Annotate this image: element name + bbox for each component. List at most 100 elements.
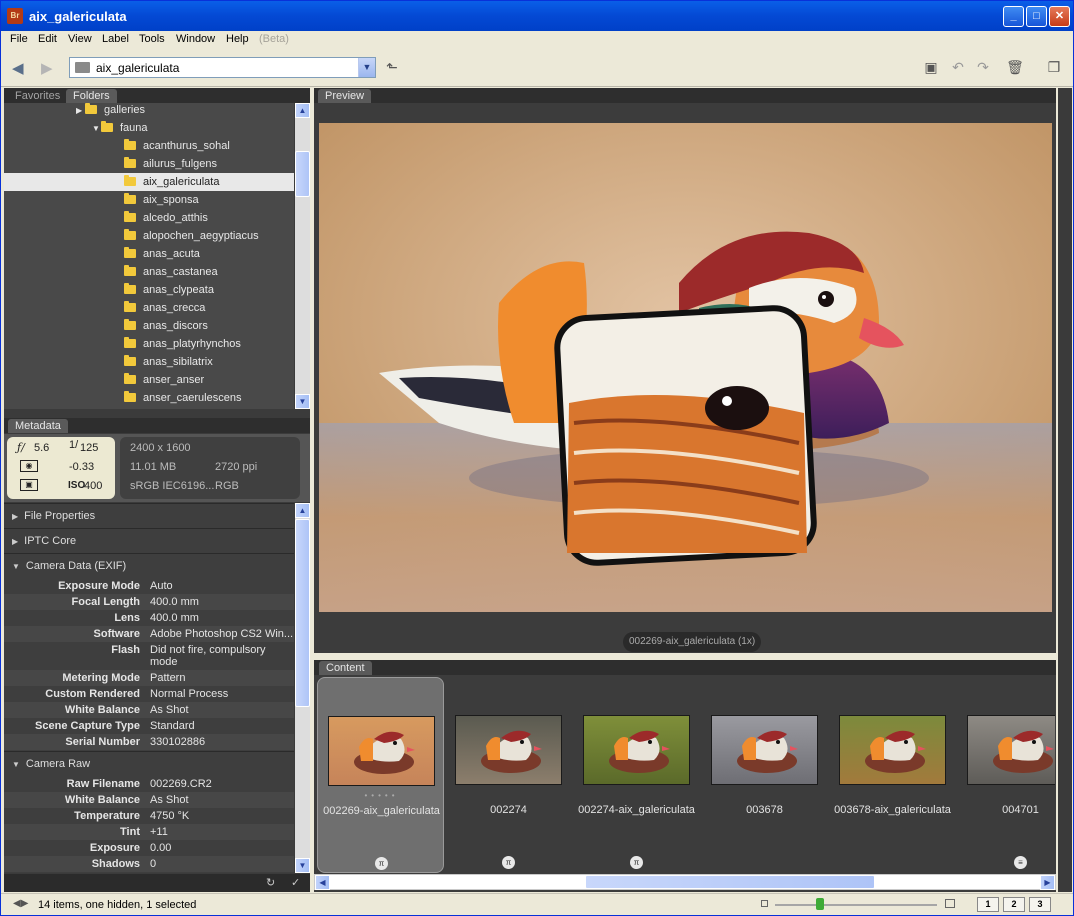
metering-icon: ▣ bbox=[20, 479, 38, 491]
thumbnail-item[interactable]: ••••• 002269-aix_galericulata π bbox=[317, 677, 444, 873]
scroll-thumb[interactable] bbox=[295, 519, 310, 707]
minimize-button[interactable]: _ bbox=[1003, 6, 1024, 27]
small-thumb-icon[interactable] bbox=[761, 900, 768, 907]
view-button-2[interactable]: 2 bbox=[1003, 897, 1025, 912]
rotate-right-icon[interactable]: ↷ bbox=[974, 59, 992, 77]
folder-icon bbox=[124, 355, 136, 366]
folder-label: aix_sponsa bbox=[143, 194, 199, 206]
thumbnail-size-slider[interactable] bbox=[775, 904, 937, 906]
folder-scrollbar[interactable]: ▲ ▼ bbox=[295, 103, 310, 409]
scroll-left-icon[interactable]: ◀ bbox=[315, 875, 330, 890]
chevron-down-icon[interactable]: ▼ bbox=[358, 58, 375, 77]
scroll-right-icon[interactable]: ▶ bbox=[1040, 875, 1055, 890]
folder-item[interactable]: anser_caerulescens bbox=[4, 389, 294, 407]
scroll-thumb[interactable] bbox=[295, 151, 310, 197]
scroll-down-icon[interactable]: ▼ bbox=[295, 394, 310, 409]
scroll-down-icon[interactable]: ▼ bbox=[295, 858, 310, 873]
new-folder-icon[interactable]: ▣ bbox=[922, 59, 940, 77]
folder-item[interactable]: acanthurus_sohal bbox=[4, 137, 294, 155]
expanded-triangle-icon[interactable]: ▼ bbox=[92, 120, 101, 138]
thumbnail-image bbox=[583, 715, 690, 785]
scroll-thumb[interactable] bbox=[585, 875, 875, 889]
thumbnail-label: 002269-aix_galericulata bbox=[323, 805, 440, 817]
metadata-key: Serial Number bbox=[65, 736, 140, 748]
tab-preview[interactable]: Preview bbox=[318, 89, 372, 103]
thumbnail-grid: ••••• 002269-aix_galericulata π 002274 π 0022… bbox=[317, 677, 1055, 874]
section-iptc-core[interactable]: ▶ IPTC Core bbox=[4, 528, 294, 552]
metadata-key: Exposure Mode bbox=[58, 580, 140, 592]
collapse-triangle-icon: ▼ bbox=[12, 760, 20, 769]
section-camera-data[interactable]: ▼ Camera Data (EXIF) bbox=[4, 553, 294, 577]
folder-item[interactable]: ▶ galleries bbox=[4, 103, 294, 119]
folder-icon bbox=[75, 62, 90, 73]
folder-label: aix_galericulata bbox=[143, 176, 220, 188]
title-bar[interactable]: Br aix_galericulata _ □ ✕ bbox=[1, 1, 1073, 31]
menu-file[interactable]: File bbox=[10, 33, 28, 45]
panel-divider[interactable] bbox=[1058, 88, 1072, 892]
tab-content[interactable]: Content bbox=[319, 661, 372, 675]
metadata-key: Temperature bbox=[74, 810, 140, 822]
toggle-panels-icon[interactable]: ◀▶ bbox=[13, 898, 28, 909]
folder-item[interactable]: anas_castanea bbox=[4, 263, 294, 281]
menu-window[interactable]: Window bbox=[176, 33, 215, 45]
checkmark-icon[interactable]: ✓ bbox=[291, 876, 300, 889]
forward-arrow-icon[interactable]: ▶ bbox=[41, 59, 53, 77]
folder-item[interactable]: anas_platyrhynchos bbox=[4, 335, 294, 353]
tab-folders[interactable]: Folders bbox=[66, 89, 117, 103]
menu-tools[interactable]: Tools bbox=[139, 33, 165, 45]
folder-item[interactable]: ▼ fauna bbox=[4, 119, 294, 137]
metadata-row: Temperature 4750 °K bbox=[4, 808, 294, 824]
metadata-row: Raw Filename 002269.CR2 bbox=[4, 776, 294, 792]
preview-image[interactable] bbox=[319, 123, 1052, 612]
tab-metadata[interactable]: Metadata bbox=[8, 419, 68, 433]
toolbar: ◀ ▶ aix_galericulata ▼ ⬑ ▣ ↶ ↷ 🗑 ❐ bbox=[1, 49, 1073, 87]
view-button-1[interactable]: 1 bbox=[977, 897, 999, 912]
folder-item[interactable]: anas_sibilatrix bbox=[4, 353, 294, 371]
close-button[interactable]: ✕ bbox=[1049, 6, 1070, 27]
rating-dots[interactable]: ••••• bbox=[318, 791, 445, 800]
sync-icon[interactable]: ↻ bbox=[266, 876, 275, 889]
slider-knob[interactable] bbox=[816, 898, 824, 910]
folder-item[interactable]: anas_acuta bbox=[4, 245, 294, 263]
metadata-scrollbar[interactable]: ▲ ▼ bbox=[295, 503, 310, 873]
loupe-magnifier[interactable] bbox=[554, 305, 817, 566]
section-camera-raw[interactable]: ▼ Camera Raw bbox=[4, 751, 294, 775]
rotate-left-icon[interactable]: ↶ bbox=[949, 59, 967, 77]
folder-item[interactable]: alopochen_aegyptiacus bbox=[4, 227, 294, 245]
folder-item[interactable]: aix_galericulata bbox=[4, 173, 294, 191]
folder-label: anas_acuta bbox=[143, 248, 200, 260]
compact-mode-icon[interactable]: ❐ bbox=[1045, 59, 1063, 77]
content-scrollbar[interactable]: ◀ ▶ bbox=[314, 874, 1056, 890]
thumbnail-item[interactable]: 002274 π bbox=[445, 677, 572, 873]
go-up-folder-icon[interactable]: ⬑ bbox=[383, 59, 401, 77]
scroll-up-icon[interactable]: ▲ bbox=[295, 103, 310, 118]
path-dropdown[interactable]: aix_galericulata ▼ bbox=[69, 57, 376, 78]
folder-item[interactable]: ailurus_fulgens bbox=[4, 155, 294, 173]
scroll-up-icon[interactable]: ▲ bbox=[295, 503, 310, 518]
folder-item[interactable]: anser_anser bbox=[4, 371, 294, 389]
folder-item[interactable]: anas_crecca bbox=[4, 299, 294, 317]
folder-item[interactable]: alcedo_atthis bbox=[4, 209, 294, 227]
tab-favorites[interactable]: Favorites bbox=[8, 89, 67, 103]
view-button-3[interactable]: 3 bbox=[1029, 897, 1051, 912]
maximize-button[interactable]: □ bbox=[1026, 6, 1047, 27]
menu-edit[interactable]: Edit bbox=[38, 33, 57, 45]
thumbnail-image bbox=[839, 715, 946, 785]
section-file-properties[interactable]: ▶ File Properties bbox=[4, 503, 294, 527]
thumbnail-item[interactable]: 002274-aix_galericulata π bbox=[573, 677, 700, 873]
menu-label[interactable]: Label bbox=[102, 33, 129, 45]
back-arrow-icon[interactable]: ◀ bbox=[12, 59, 24, 77]
metadata-row: Metering Mode Pattern bbox=[4, 670, 294, 686]
thumbnail-item[interactable]: 004701 ≡ bbox=[957, 677, 1055, 873]
collapsed-triangle-icon[interactable]: ▶ bbox=[76, 103, 85, 120]
menu-view[interactable]: View bbox=[68, 33, 92, 45]
folder-item[interactable]: anas_discors bbox=[4, 317, 294, 335]
trash-icon[interactable]: 🗑 bbox=[1006, 59, 1024, 77]
folder-item[interactable]: anas_clypeata bbox=[4, 281, 294, 299]
folder-item[interactable]: aix_sponsa bbox=[4, 191, 294, 209]
thumbnail-item[interactable]: 003678-aix_galericulata bbox=[829, 677, 956, 873]
menu-help[interactable]: Help bbox=[226, 33, 249, 45]
large-thumb-icon[interactable] bbox=[945, 899, 955, 908]
folder-icon bbox=[124, 229, 136, 240]
thumbnail-item[interactable]: 003678 bbox=[701, 677, 828, 873]
